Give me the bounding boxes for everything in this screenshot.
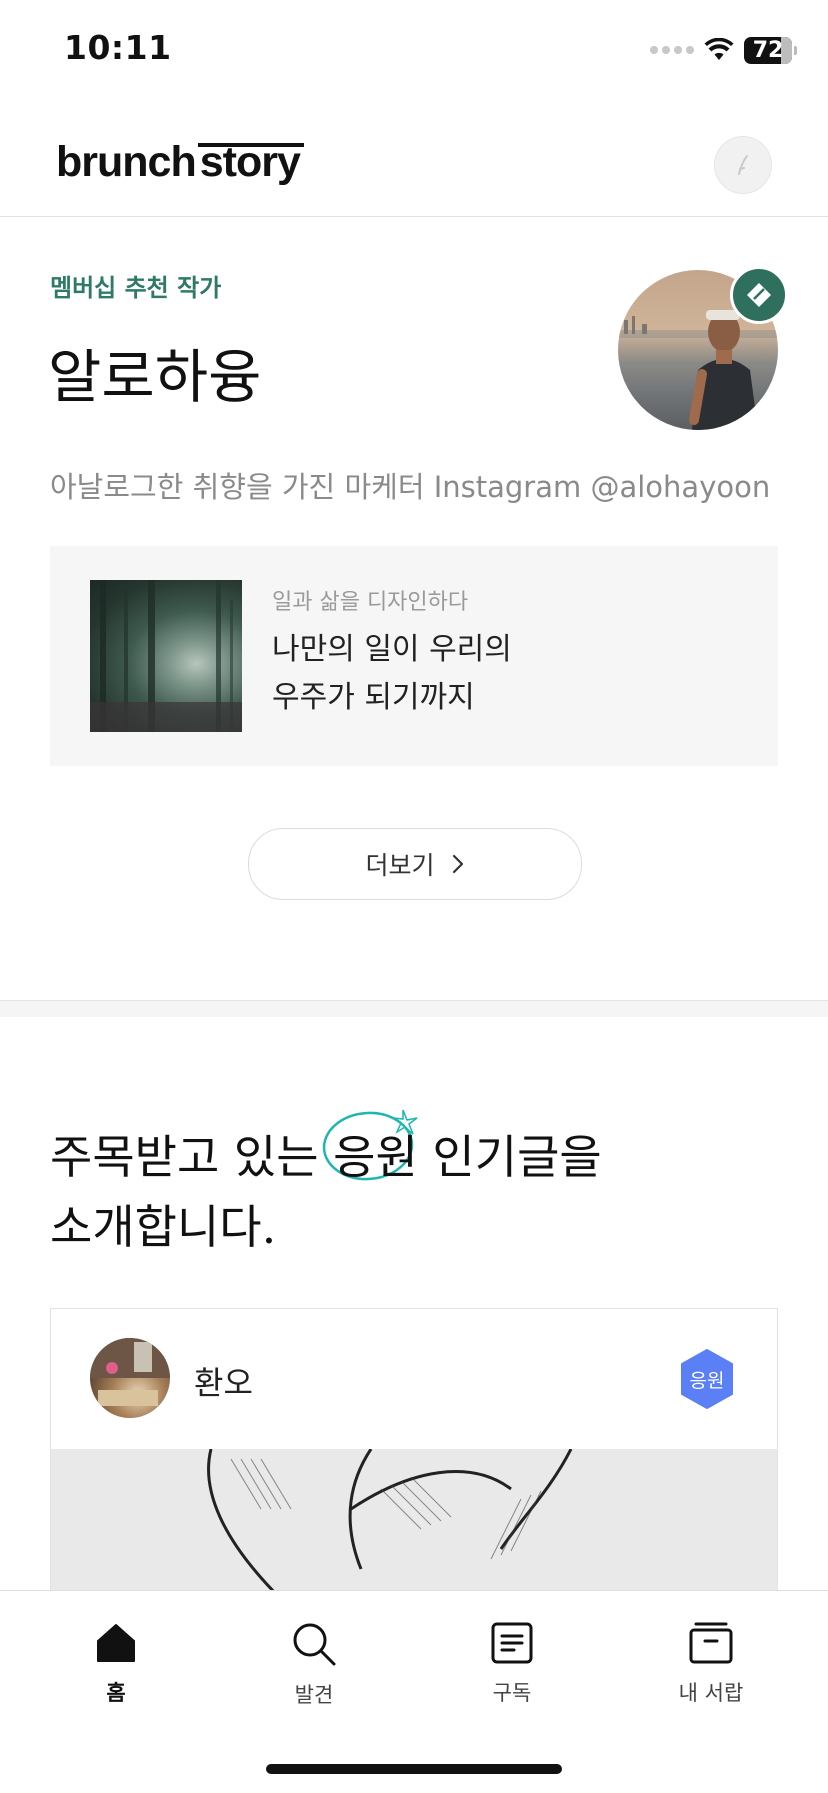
membership-label: 멤버십 추천 작가 — [50, 274, 222, 302]
title-part2: 인기글을 — [417, 1130, 602, 1184]
highlight-text: 응원 — [333, 1130, 418, 1184]
nav-my-drawer[interactable]: 내 서랍 — [641, 1621, 781, 1707]
nav-subscribe[interactable]: 구독 — [442, 1621, 582, 1707]
nav-discover-label: 발견 — [294, 1683, 334, 1707]
highlighted-word: 응원 — [322, 1109, 418, 1192]
cellular-signal-icon — [650, 46, 694, 54]
author-description: 아날로그한 취향을 가진 마케터 Instagram @alohayoon — [50, 470, 771, 504]
battery-icon: 72 — [744, 36, 797, 64]
brunch-story-logo[interactable]: brunchstory — [56, 138, 301, 187]
nav-home[interactable]: 홈 — [46, 1621, 186, 1707]
title-part1: 주목받고 있는 — [50, 1130, 334, 1184]
wifi-icon — [704, 38, 734, 60]
chevron-right-icon — [452, 854, 463, 874]
document-icon — [491, 1622, 533, 1664]
more-button[interactable]: 더보기 — [248, 828, 582, 900]
post-author-name[interactable]: 환오 — [194, 1358, 253, 1404]
forest-image — [90, 580, 242, 732]
article-title-line2: 우주가 되기까지 — [272, 680, 475, 715]
author-name[interactable]: 알로하융 — [48, 330, 261, 414]
status-time: 10:11 — [64, 28, 172, 67]
support-badge: 응원 — [676, 1348, 738, 1410]
room-image — [90, 1338, 170, 1406]
nav-my-drawer-label: 내 서랍 — [678, 1681, 744, 1705]
article-category: 일과 삶을 디자인하다 — [272, 590, 469, 615]
article-title-line1: 나만의 일이 우리의 — [272, 632, 512, 667]
bottom-navigation: 홈 발견 구독 내 서랍 — [0, 1590, 828, 1793]
nav-home-label: 홈 — [106, 1681, 126, 1705]
search-icon — [293, 1623, 336, 1666]
home-icon — [97, 1624, 135, 1662]
drawer-icon — [689, 1622, 733, 1664]
post-author-avatar[interactable] — [90, 1338, 170, 1418]
article-thumbnail[interactable] — [90, 580, 242, 732]
section-divider — [0, 1000, 828, 1017]
title-line2: 소개합니다. — [50, 1200, 277, 1254]
article-title[interactable]: 나만의 일이 우리의 우주가 되기까지 — [272, 626, 512, 722]
write-button[interactable] — [714, 136, 772, 194]
support-badge-label: 응원 — [689, 1369, 725, 1392]
pen-nib-icon — [738, 155, 748, 175]
post-cover-image[interactable] — [51, 1449, 777, 1609]
status-icons: 72 — [650, 32, 797, 68]
nav-discover[interactable]: 발견 — [244, 1621, 384, 1709]
header-divider — [0, 216, 828, 217]
nav-subscribe-label: 구독 — [492, 1681, 532, 1705]
more-button-label: 더보기 — [365, 851, 435, 880]
logo-brunch-text: brunch — [56, 138, 197, 186]
membership-badge-icon — [730, 266, 788, 324]
home-indicator[interactable] — [266, 1764, 562, 1774]
logo-story-text: story — [199, 138, 301, 186]
battery-level: 72 — [752, 37, 784, 63]
holding-hands-illustration — [207, 1449, 573, 1609]
popular-section-title: 주목받고 있는 응원 인기글을 소개합니다. — [50, 1109, 602, 1262]
